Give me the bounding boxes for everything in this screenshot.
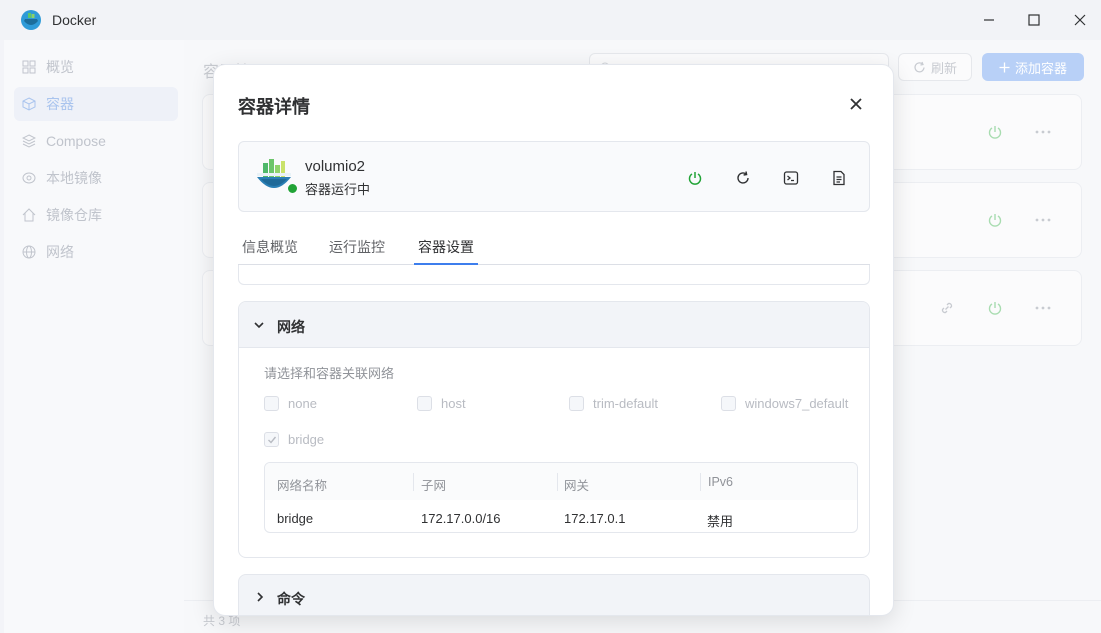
checkbox[interactable] (417, 396, 432, 411)
network-option-bridge[interactable]: bridge (264, 432, 324, 447)
container-status: 容器运行中 (305, 182, 371, 197)
sidebar-item-compose[interactable]: Compose (14, 124, 178, 158)
table-header-cell: 子网 (421, 479, 447, 493)
restart-icon (737, 171, 749, 184)
power-icon[interactable] (986, 123, 1004, 141)
close-icon (1074, 14, 1086, 26)
container-detail-dialog: 容器详情 volumio2 容器运行中 信息概览 运行监控 容器设置 网络 请选… (213, 64, 894, 616)
checkbox[interactable] (569, 396, 584, 411)
detail-tabs: 信息概览 运行监控 容器设置 (238, 229, 870, 265)
network-option-none[interactable]: none (264, 396, 317, 411)
table-cell: 禁用 (707, 514, 734, 529)
dialog-close-button[interactable] (846, 94, 866, 114)
window-title: Docker (52, 12, 97, 28)
more-icon[interactable] (1034, 299, 1052, 317)
add-container-label: 添加容器 (1014, 60, 1067, 76)
sidebar-item-local-images[interactable]: 本地镜像 (14, 161, 178, 195)
dialog-title: 容器详情 (238, 97, 310, 117)
command-section[interactable]: 命令 (238, 574, 870, 615)
power-icon (688, 172, 702, 185)
refresh-icon (914, 61, 925, 72)
maximize-icon (1028, 14, 1040, 26)
tab-settings[interactable]: 容器设置 (418, 237, 474, 257)
disk-icon (22, 172, 36, 184)
network-table: 网络名称 子网 网关 IPv6 bridge 172.17.0.0/16 172… (264, 462, 858, 533)
power-icon[interactable] (986, 211, 1004, 229)
chevron-down-icon (254, 322, 264, 329)
minimize-button[interactable] (972, 6, 1006, 34)
window-titlebar: Docker (0, 0, 1101, 40)
sidebar-item-label: Compose (46, 133, 106, 149)
network-option-trim-default[interactable]: trim-default (569, 396, 658, 411)
sidebar-item-containers[interactable]: 容器 (14, 87, 178, 121)
checkbox-label: none (288, 396, 317, 411)
home-icon (22, 208, 36, 222)
previous-section-edge (238, 265, 870, 285)
column-divider (700, 473, 701, 491)
refresh-button[interactable]: 刷新 (898, 53, 972, 81)
network-section-header[interactable]: 网络 (239, 302, 869, 348)
chevron-right-icon (257, 592, 264, 602)
checkbox-label: bridge (288, 432, 325, 447)
checkbox[interactable] (264, 396, 279, 411)
power-button[interactable] (683, 166, 707, 190)
table-header-cell: 网关 (564, 479, 590, 493)
more-icon[interactable] (1034, 123, 1052, 141)
table-cell: 172.17.0.1 (564, 511, 626, 526)
cube-icon (22, 97, 36, 111)
network-hint: 请选择和容器关联网络 (264, 366, 395, 381)
tab-overview[interactable]: 信息概览 (242, 237, 298, 257)
maximize-button[interactable] (1017, 6, 1051, 34)
close-window-button[interactable] (1063, 6, 1097, 34)
checkbox-checked[interactable] (264, 432, 279, 447)
add-container-button[interactable]: 添加容器 (982, 53, 1084, 81)
table-header: 网络名称 子网 网关 IPv6 (265, 463, 857, 500)
sidebar-item-label: 网络 (46, 244, 74, 260)
link-icon[interactable] (938, 299, 956, 317)
globe-icon (22, 245, 36, 259)
tab-monitor[interactable]: 运行监控 (329, 237, 385, 257)
network-section: 网络 请选择和容器关联网络 none host trim-default win… (238, 301, 870, 558)
container-summary: volumio2 容器运行中 (238, 141, 870, 212)
table-header-cell: IPv6 (708, 475, 734, 489)
network-option-host[interactable]: host (417, 396, 466, 411)
restart-button[interactable] (731, 166, 755, 190)
network-section-title: 网络 (277, 319, 305, 335)
sidebar-item-label: 本地镜像 (46, 170, 102, 186)
column-divider (557, 473, 558, 491)
command-section-title: 命令 (277, 591, 305, 607)
sidebar-item-label: 容器 (46, 96, 74, 112)
plus-icon (999, 62, 1010, 72)
checkbox-label: windows7_default (745, 396, 849, 411)
close-icon (850, 98, 862, 110)
container-name: volumio2 (305, 158, 366, 175)
terminal-icon (783, 171, 799, 185)
sidebar-item-overview[interactable]: 概览 (14, 50, 178, 84)
checkbox[interactable] (721, 396, 736, 411)
document-icon (833, 170, 845, 186)
network-option-windows7-default[interactable]: windows7_default (721, 396, 848, 411)
refresh-label: 刷新 (930, 60, 957, 76)
table-cell: 172.17.0.0/16 (421, 511, 501, 526)
sidebar-item-network[interactable]: 网络 (14, 235, 178, 269)
sidebar: 概览 容器 Compose 本地镜像 镜像仓库 网络 (4, 40, 184, 633)
check-icon (267, 436, 276, 444)
running-status-dot (286, 182, 299, 195)
grid-icon (22, 60, 36, 74)
column-divider (413, 473, 414, 491)
layers-icon (22, 134, 36, 148)
table-header-cell: 网络名称 (277, 479, 328, 493)
sidebar-item-label: 镜像仓库 (46, 207, 102, 223)
logs-button[interactable] (827, 166, 851, 190)
sidebar-item-label: 概览 (46, 59, 74, 75)
terminal-button[interactable] (779, 166, 803, 190)
more-icon[interactable] (1034, 211, 1052, 229)
minimize-icon (984, 19, 994, 21)
sidebar-item-registry[interactable]: 镜像仓库 (14, 198, 178, 232)
docker-app-icon (21, 10, 41, 30)
power-icon[interactable] (986, 299, 1004, 317)
checkbox-label: trim-default (593, 396, 659, 411)
table-cell: bridge (277, 511, 314, 526)
checkbox-label: host (441, 396, 466, 411)
